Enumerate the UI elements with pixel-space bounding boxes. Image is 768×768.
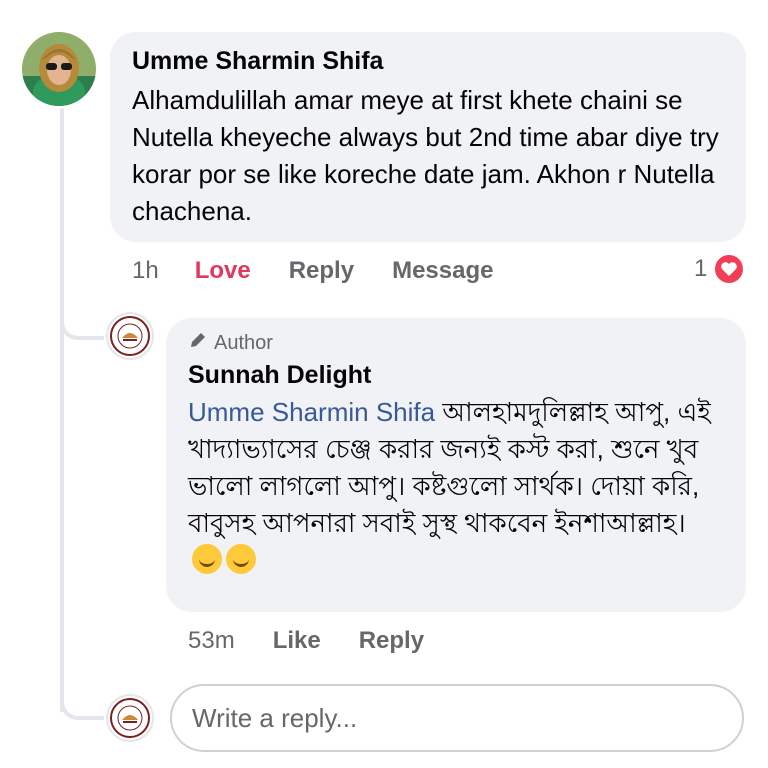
reply-input-placeholder: Write a reply... [192,702,358,733]
pencil-icon [188,330,208,356]
message-button[interactable]: Message [392,257,493,285]
love-button[interactable]: Love [195,257,251,285]
commenter-avatar[interactable] [22,32,96,106]
reaction-count: 1 [694,255,708,282]
reply-time[interactable]: 53m [188,627,235,655]
heart-icon [713,253,746,285]
reaction-summary[interactable]: 1 [694,253,746,285]
hugging-face-icon [226,544,256,574]
reply-text: Umme Sharmin Shifa আলহামদুলিল্লাহ আপু, এ… [188,394,726,579]
thread-branch [60,312,104,340]
author-badge-label: Author [214,331,273,354]
thread-line [60,108,64,712]
reply-button[interactable]: Reply [289,257,354,285]
page-avatar[interactable] [106,312,154,360]
reply-input[interactable]: Write a reply... [170,684,744,752]
reply-bubble: Author Sunnah Delight Umme Sharmin Shifa… [166,318,746,612]
comment-time[interactable]: 1h [132,257,159,285]
reply-button[interactable]: Reply [359,627,424,655]
reply-actions: 53m Like Reply [188,626,424,656]
composer-avatar [106,694,154,742]
mention-link[interactable]: Umme Sharmin Shifa [188,397,435,427]
comment-actions: 1h Love Reply Message [132,256,493,286]
comment-bubble: Umme Sharmin Shifa Alhamdulillah amar me… [110,32,746,242]
thread-branch [60,692,104,720]
comment-author-name[interactable]: Umme Sharmin Shifa [132,46,724,76]
author-badge: Author [188,330,726,356]
comment-text: Alhamdulillah amar meye at first khete c… [132,85,719,226]
smiling-face-with-hearts-icon [192,544,222,574]
like-button[interactable]: Like [273,627,321,655]
reply-author-name[interactable]: Sunnah Delight [188,360,726,390]
